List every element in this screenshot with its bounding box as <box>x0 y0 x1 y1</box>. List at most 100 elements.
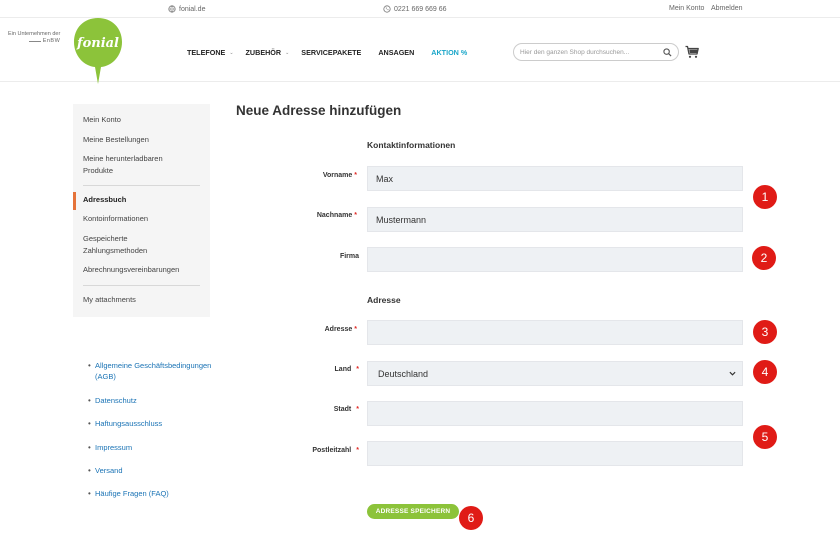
marker-3: 3 <box>753 320 777 344</box>
label-text: Vorname <box>322 172 353 179</box>
marker-5: 5 <box>753 425 777 449</box>
sidebar-item-label: Mein Konto <box>83 115 121 124</box>
sidebar-divider <box>83 185 200 186</box>
link-faq[interactable]: • Häufige Fragen (FAQ) <box>88 488 169 499</box>
section-title-contact: Kontaktinformationen <box>367 140 456 150</box>
logout-label: Abmelden <box>711 5 743 12</box>
active-indicator <box>73 192 76 210</box>
nav-item-ansagen[interactable]: ANSAGEN <box>378 48 414 57</box>
link-impressum[interactable]: • Impressum <box>88 442 132 453</box>
label-text: Nachname <box>316 212 353 219</box>
vorname-label: Vorname * <box>237 172 357 179</box>
nachname-input[interactable] <box>367 207 743 232</box>
nachname-label: Nachname * <box>237 212 357 219</box>
label-text: Firma <box>339 253 359 260</box>
bullet: • <box>88 419 91 428</box>
search-icon[interactable] <box>663 48 672 57</box>
link-datenschutz[interactable]: • Datenschutz <box>88 395 137 406</box>
my-account-link[interactable]: Mein Konto <box>669 5 704 12</box>
land-selected-value: Deutschland <box>378 368 429 379</box>
chevron-down-icon: ⌄ <box>229 49 234 56</box>
sidebar-item-label: Gespeicherte Zahlungsmethoden <box>83 234 148 255</box>
my-account-label: Mein Konto <box>669 5 705 12</box>
plz-label: Postleitzahl * <box>239 447 359 454</box>
site-link-label: fonial.de <box>179 5 206 13</box>
nav-label: SERVICEPAKETE <box>301 48 362 57</box>
firma-label: Firma <box>239 253 359 260</box>
label-text: Postleitzahl <box>312 447 352 454</box>
marker-1: 1 <box>753 185 777 209</box>
marker-6: 6 <box>459 506 483 530</box>
label-text: Stadt <box>333 406 352 413</box>
nav-item-zubehoer[interactable]: ZUBEHÖR ⌄ <box>246 48 290 57</box>
nav-item-servicepakete[interactable]: SERVICEPAKETE <box>301 48 361 57</box>
fonial-logo[interactable]: fonial <box>72 14 124 88</box>
sidebar-item-abrechnung[interactable]: Abrechnungsvereinbarungen <box>83 264 208 276</box>
link-haftungsausschluss[interactable]: • Haftungsausschluss <box>88 418 162 429</box>
globe-icon <box>168 5 176 13</box>
label-text: Adresse <box>324 326 353 333</box>
sidebar-item-kontoinformationen[interactable]: Kontoinformationen <box>83 213 208 225</box>
sidebar-item-mein-konto[interactable]: Mein Konto <box>83 114 208 126</box>
top-bar: fonial.de 0221 669 669 66 Mein Konto Abm… <box>0 0 840 18</box>
phone-number: 0221 669 669 66 <box>394 5 447 13</box>
link-label: Impressum <box>95 443 133 452</box>
firma-input[interactable] <box>367 247 743 272</box>
stadt-label: Stadt * <box>239 406 359 413</box>
main-nav: TELEFONE ⌄ ZUBEHÖR ⌄ SERVICEPAKETE ANSAGEN… <box>187 48 467 57</box>
phone-icon <box>383 5 391 13</box>
land-select[interactable]: Deutschland <box>367 361 743 386</box>
required-mark: * <box>356 406 359 413</box>
search-input[interactable] <box>520 47 660 58</box>
nav-item-telefone[interactable]: TELEFONE ⌄ <box>187 48 234 57</box>
account-sidebar: Mein Konto Meine Bestellungen Meine heru… <box>73 104 210 317</box>
link-versand[interactable]: • Versand <box>88 465 123 476</box>
sidebar-item-adressbuch[interactable]: Adressbuch <box>83 194 208 206</box>
link-agb[interactable]: • Allgemeine Geschäftsbedingungen (AGB) <box>88 360 220 382</box>
sidebar-item-label: My attachments <box>83 295 136 304</box>
bullet: • <box>88 489 91 498</box>
stadt-input[interactable] <box>367 401 743 426</box>
sidebar-item-bestellungen[interactable]: Meine Bestellungen <box>83 134 208 146</box>
nav-label: ANSAGEN <box>378 48 415 57</box>
sidebar-item-attachments[interactable]: My attachments <box>83 294 208 306</box>
bullet: • <box>88 361 91 370</box>
sidebar-item-downloads[interactable]: Meine herunterladbaren Produkte <box>83 153 193 177</box>
link-label: Allgemeine Geschäftsbedingungen (AGB) <box>95 361 212 381</box>
phone-link[interactable]: 0221 669 669 66 <box>383 5 447 13</box>
label-text: Land <box>334 366 352 373</box>
required-mark: * <box>356 447 359 454</box>
adresse-label: Adresse * <box>237 326 357 333</box>
land-label: Land * <box>239 366 359 373</box>
save-address-button[interactable]: ADRESSE SPEICHERN <box>367 504 459 519</box>
enbw-tagline-text: Ein Unternehmen der <box>8 31 61 37</box>
plz-input[interactable] <box>367 441 743 466</box>
cart-icon[interactable] <box>685 45 699 59</box>
link-label: Datenschutz <box>95 396 137 405</box>
sidebar-item-label: Kontoinformationen <box>83 214 149 223</box>
link-label: Haftungsausschluss <box>95 419 163 428</box>
section-title-address: Adresse <box>367 295 401 305</box>
page-title: Neue Adresse hinzufügen <box>236 103 402 118</box>
header: Ein Unternehmen der EnBW fonial TELEFONE… <box>0 18 840 84</box>
sidebar-item-label: Adressbuch <box>83 195 127 204</box>
bullet: • <box>88 443 91 452</box>
nav-label: AKTION % <box>431 48 468 57</box>
bullet: • <box>88 466 91 475</box>
required-mark: * <box>356 366 359 373</box>
site-link[interactable]: fonial.de <box>168 5 205 13</box>
nav-item-aktion[interactable]: AKTION % <box>431 48 467 57</box>
sidebar-item-zahlungsmethoden[interactable]: Gespeicherte Zahlungsmethoden <box>83 233 173 257</box>
vorname-input[interactable] <box>367 166 743 191</box>
sidebar-item-label: Meine herunterladbaren Produkte <box>83 154 163 175</box>
logo-text: fonial <box>76 36 119 51</box>
bullet: • <box>88 396 91 405</box>
logout-link[interactable]: Abmelden <box>711 5 743 12</box>
adresse-input[interactable] <box>367 320 743 345</box>
nav-label: TELEFONE <box>187 48 226 57</box>
link-label: Versand <box>95 466 123 475</box>
search-box <box>513 43 679 61</box>
marker-2: 2 <box>752 246 776 270</box>
enbw-tagline: Ein Unternehmen der EnBW <box>8 31 60 45</box>
sidebar-item-label: Abrechnungsvereinbarungen <box>83 265 180 274</box>
